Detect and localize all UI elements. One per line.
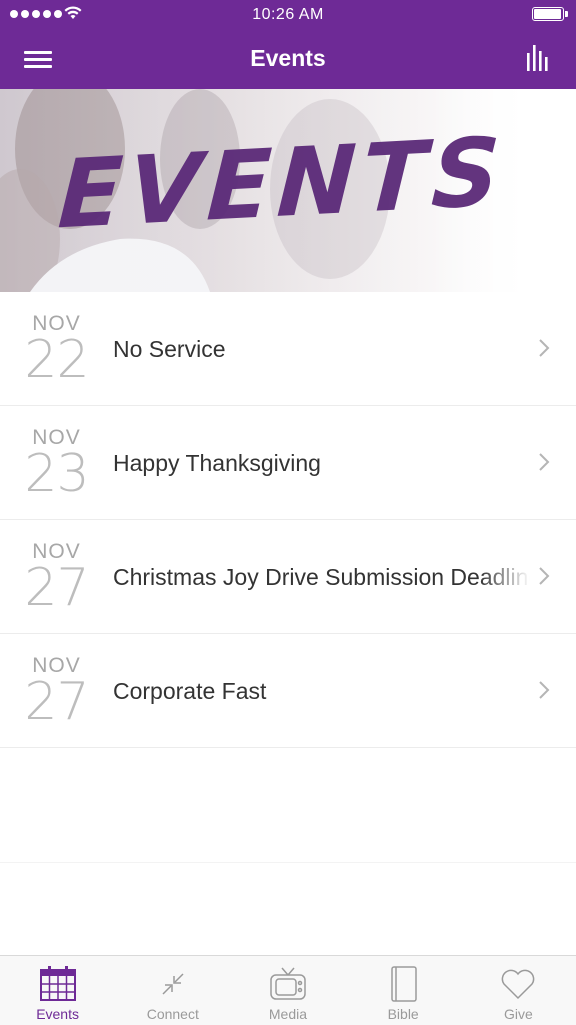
event-day: 27 [24,558,89,618]
connect-arrows-icon [162,973,184,995]
tab-label: Give [503,1006,533,1022]
chevron-right-icon [539,339,550,357]
battery-icon [532,7,568,21]
book-icon [391,966,417,1002]
tab-label: Connect [146,1006,199,1022]
tv-icon [270,967,306,1000]
event-row[interactable]: NOV 27 Christmas Joy Drive Submission De… [0,520,576,634]
event-day: 27 [24,672,89,732]
tab-media[interactable]: Media [230,956,345,1025]
nav-bar: Events [0,30,576,89]
event-row[interactable]: NOV 22 No Service [0,292,576,406]
tab-bar: Events Connect Media Bible Give [0,955,576,1025]
event-day: 22 [24,330,89,390]
chevron-right-icon [539,453,550,471]
event-day: 23 [24,444,89,504]
heart-icon [502,969,535,1000]
event-row[interactable]: NOV 27 Corporate Fast [0,634,576,748]
events-banner: EVENTS [0,89,576,292]
bar-chart-icon[interactable] [524,43,554,73]
event-title: Happy Thanksgiving [113,450,321,476]
banner-title: EVENTS [55,117,509,251]
tab-events[interactable]: Events [0,956,115,1025]
status-bar: 10:26 AM [0,0,576,30]
calendar-icon [39,966,76,1001]
event-row[interactable]: NOV 23 Happy Thanksgiving [0,406,576,520]
event-title: No Service [113,336,226,362]
list-divider [0,862,576,863]
app-header: 10:26 AM Events [0,0,576,89]
tab-label: Media [268,1006,308,1022]
tab-label: Events [36,1006,79,1022]
event-list: NOV 22 No Service NOV 23 Happy Thanksgiv… [0,292,576,748]
event-title: Christmas Joy Drive Submission Deadline [113,564,530,590]
tab-give[interactable]: Give [461,956,576,1025]
tab-bible[interactable]: Bible [346,956,461,1025]
chevron-right-icon [539,567,550,585]
tab-connect[interactable]: Connect [115,956,230,1025]
page-title: Events [250,45,326,71]
event-title: Corporate Fast [113,678,267,704]
status-time: 10:26 AM [252,6,324,23]
chevron-right-icon [539,681,550,699]
tab-label: Bible [387,1006,419,1022]
